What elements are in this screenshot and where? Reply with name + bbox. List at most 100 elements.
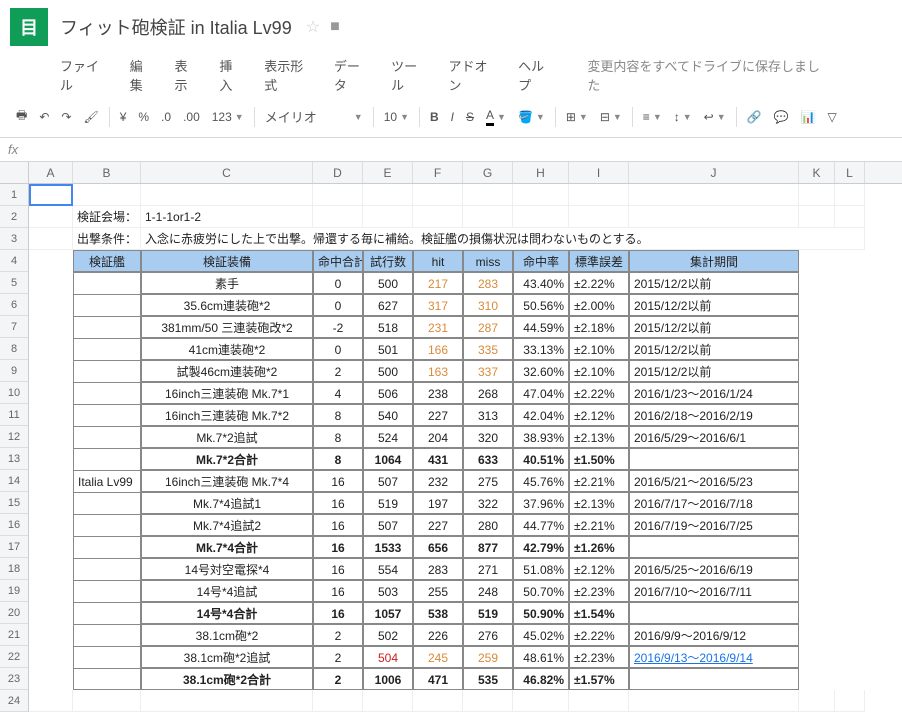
strike-button[interactable]: S: [460, 106, 480, 128]
cell-ship[interactable]: [73, 602, 141, 624]
cell-stderr[interactable]: ±2.00%: [569, 294, 629, 316]
cell-stderr[interactable]: ±2.12%: [569, 404, 629, 426]
cell-miss[interactable]: 276: [463, 624, 513, 646]
cell-miss[interactable]: 337: [463, 360, 513, 382]
cell[interactable]: [799, 294, 835, 316]
currency-button[interactable]: ¥: [114, 106, 133, 128]
cell[interactable]: [29, 272, 73, 294]
cell-rate[interactable]: 47.04%: [513, 382, 569, 404]
cell[interactable]: [835, 184, 865, 206]
cell[interactable]: [799, 250, 835, 272]
hdr-trials[interactable]: 試行数: [363, 250, 413, 272]
cell-trials[interactable]: 1533: [363, 536, 413, 558]
cell-ship[interactable]: [73, 272, 141, 294]
row-header-8[interactable]: 8: [0, 338, 29, 360]
row-header-3[interactable]: 3: [0, 228, 29, 250]
decimal-increase-button[interactable]: .00: [177, 106, 206, 128]
cell-hitsum[interactable]: 2: [313, 668, 363, 690]
cell-miss[interactable]: 268: [463, 382, 513, 404]
formula-input[interactable]: [28, 142, 894, 157]
menu-insert[interactable]: 挿入: [219, 56, 244, 94]
cell[interactable]: [513, 690, 569, 712]
cell[interactable]: [313, 690, 363, 712]
cell-miss[interactable]: 310: [463, 294, 513, 316]
cell-hit[interactable]: 471: [413, 668, 463, 690]
cell-trials[interactable]: 519: [363, 492, 413, 514]
cell[interactable]: [29, 690, 73, 712]
row-header-23[interactable]: 23: [0, 668, 29, 690]
decimal-decrease-button[interactable]: .0: [155, 106, 177, 128]
vertical-align-button[interactable]: ↕▼: [668, 106, 698, 128]
italic-button[interactable]: I: [445, 106, 460, 128]
cell-hit[interactable]: 197: [413, 492, 463, 514]
cell-rate[interactable]: 42.04%: [513, 404, 569, 426]
cell-period[interactable]: 2016/1/23～2016/1/24: [629, 382, 799, 404]
row-header-15[interactable]: 15: [0, 492, 29, 514]
cell-hitsum[interactable]: 0: [313, 294, 363, 316]
cell[interactable]: [799, 646, 835, 668]
cell-equip[interactable]: 14号*4追試: [141, 580, 313, 602]
cell[interactable]: [629, 184, 799, 206]
cell[interactable]: [141, 690, 313, 712]
cell-hit[interactable]: 283: [413, 558, 463, 580]
row-header-11[interactable]: 11: [0, 404, 29, 426]
link-button[interactable]: 🔗: [741, 106, 768, 128]
cell[interactable]: [29, 580, 73, 602]
cell[interactable]: [29, 206, 73, 228]
cell-miss[interactable]: 633: [463, 448, 513, 470]
cell-hit[interactable]: 238: [413, 382, 463, 404]
cell[interactable]: [29, 514, 73, 536]
cell-hit[interactable]: 227: [413, 514, 463, 536]
cell[interactable]: [29, 668, 73, 690]
cell[interactable]: [569, 206, 629, 228]
cell-hit[interactable]: 255: [413, 580, 463, 602]
row-header-2[interactable]: 2: [0, 206, 29, 228]
cell-equip[interactable]: Mk.7*4合計: [141, 536, 313, 558]
cell[interactable]: [799, 404, 835, 426]
cell[interactable]: [29, 360, 73, 382]
cell-hit[interactable]: 217: [413, 272, 463, 294]
cell[interactable]: [29, 184, 73, 206]
cell[interactable]: [835, 470, 865, 492]
cell[interactable]: [799, 558, 835, 580]
cell-hitsum[interactable]: 16: [313, 580, 363, 602]
hdr-equip[interactable]: 検証装備: [141, 250, 313, 272]
cell[interactable]: [413, 184, 463, 206]
cell-miss[interactable]: 248: [463, 580, 513, 602]
cell-stderr[interactable]: ±2.13%: [569, 426, 629, 448]
cell[interactable]: [835, 646, 865, 668]
cell-rate[interactable]: 44.77%: [513, 514, 569, 536]
sheets-logo[interactable]: 目: [10, 8, 48, 46]
cell[interactable]: [799, 184, 835, 206]
cell-rate[interactable]: 50.56%: [513, 294, 569, 316]
cell-period[interactable]: 2016/9/9～2016/9/12: [629, 624, 799, 646]
cell-hitsum[interactable]: 4: [313, 382, 363, 404]
cell[interactable]: [835, 536, 865, 558]
cell[interactable]: [569, 184, 629, 206]
cell-period[interactable]: 2016/7/19～2016/7/25: [629, 514, 799, 536]
cell-trials[interactable]: 518: [363, 316, 413, 338]
cell-hitsum[interactable]: 16: [313, 470, 363, 492]
cell-miss[interactable]: 271: [463, 558, 513, 580]
cell-hit[interactable]: 231: [413, 316, 463, 338]
cell-ship[interactable]: [73, 294, 141, 316]
cell-hitsum[interactable]: 16: [313, 514, 363, 536]
cell[interactable]: [835, 426, 865, 448]
cell-equip[interactable]: Mk.7*2追試: [141, 426, 313, 448]
cell[interactable]: [313, 184, 363, 206]
row-header-22[interactable]: 22: [0, 646, 29, 668]
cell-trials[interactable]: 507: [363, 470, 413, 492]
cell[interactable]: 入念に赤疲労にした上で出撃。帰還する毎に補給。検証艦の損傷状況は問わないものとす…: [141, 228, 865, 250]
cell-period[interactable]: [629, 536, 799, 558]
cell-ship[interactable]: [73, 668, 141, 690]
cell[interactable]: [363, 184, 413, 206]
cell[interactable]: [799, 426, 835, 448]
col-header-J[interactable]: J: [629, 162, 799, 183]
cell-ship[interactable]: [73, 580, 141, 602]
row-header-13[interactable]: 13: [0, 448, 29, 470]
cell-ship[interactable]: [73, 492, 141, 514]
font-select[interactable]: メイリオ▼: [259, 103, 369, 130]
cell-hitsum[interactable]: 16: [313, 602, 363, 624]
number-format-button[interactable]: 123▼: [206, 106, 250, 128]
select-all-cell[interactable]: [0, 162, 29, 184]
